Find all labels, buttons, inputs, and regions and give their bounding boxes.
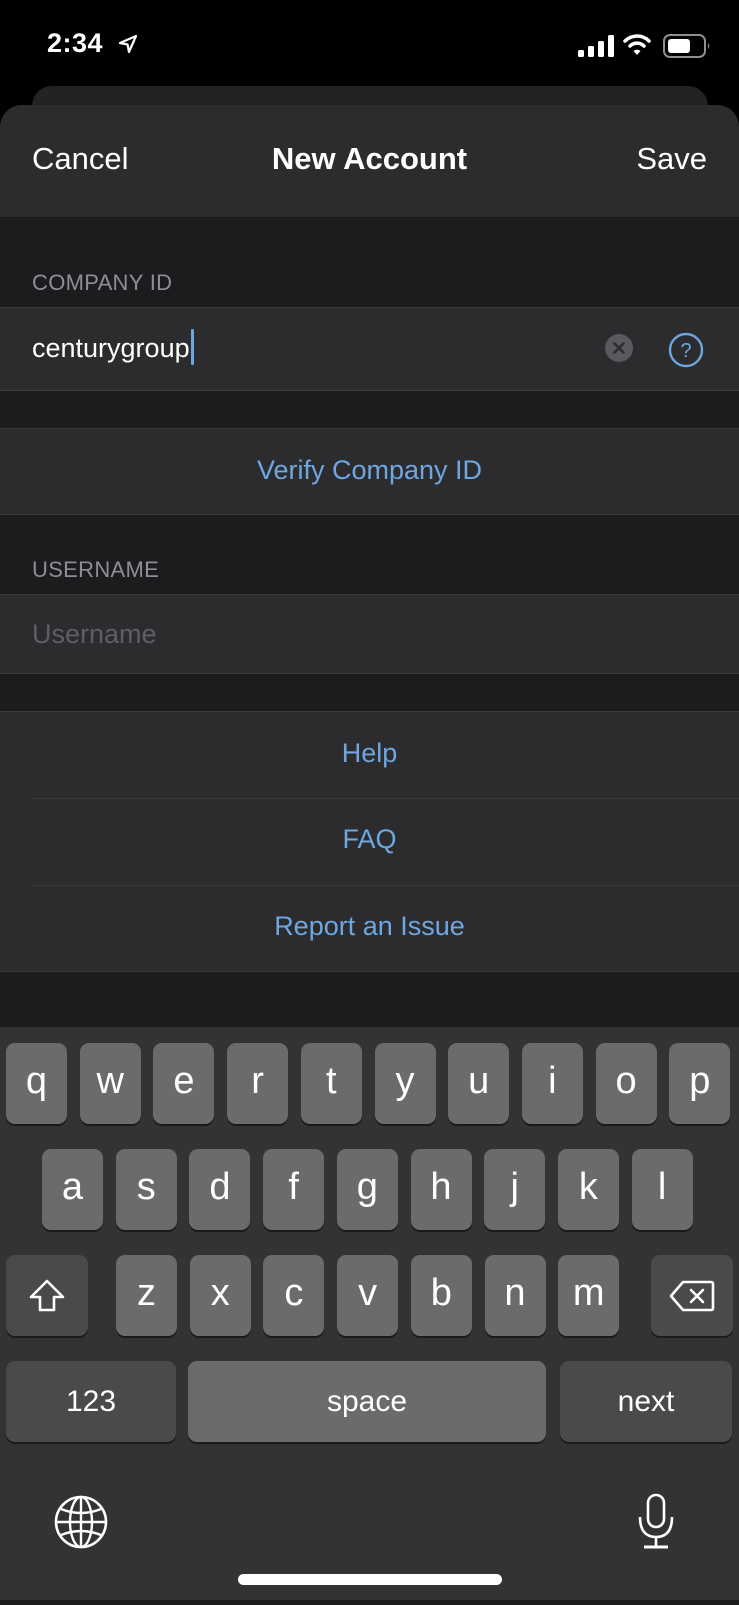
shift-arrow-icon — [29, 1279, 65, 1311]
company-id-value: centurygroup — [32, 333, 190, 363]
key-s[interactable]: s — [115, 1149, 177, 1230]
key-z[interactable]: z — [116, 1255, 177, 1336]
key-o[interactable]: o — [595, 1043, 657, 1124]
key-w[interactable]: w — [79, 1043, 141, 1124]
key-c[interactable]: c — [263, 1255, 325, 1336]
svg-text:?: ? — [680, 340, 691, 362]
key-f[interactable]: f — [263, 1149, 325, 1230]
battery-icon — [663, 34, 710, 58]
company-id-header: COMPANY ID — [32, 270, 173, 295]
key-a[interactable]: a — [42, 1149, 103, 1230]
save-button[interactable]: Save — [636, 141, 707, 177]
key-k[interactable]: k — [557, 1149, 619, 1230]
text-cursor — [190, 328, 194, 365]
key-d[interactable]: d — [189, 1149, 251, 1230]
status-time: 2:34 — [47, 28, 104, 58]
report-issue-link[interactable]: Report an Issue — [0, 911, 739, 942]
key-y[interactable]: y — [374, 1043, 436, 1124]
key-n[interactable]: n — [484, 1255, 546, 1336]
delete-key[interactable] — [651, 1255, 733, 1336]
microphone-icon[interactable] — [636, 1493, 676, 1551]
key-e[interactable]: e — [153, 1043, 215, 1124]
support-links-group: Help FAQ Report an Issue — [0, 711, 739, 972]
key-r[interactable]: r — [227, 1043, 289, 1124]
globe-icon[interactable] — [54, 1495, 108, 1549]
cancel-button[interactable]: Cancel — [32, 141, 129, 177]
username-header: USERNAME — [32, 557, 160, 582]
shift-key[interactable] — [6, 1255, 88, 1336]
status-bar: 2:34 — [0, 0, 739, 90]
numbers-key[interactable]: 123 — [6, 1361, 176, 1442]
faq-link[interactable]: FAQ — [0, 824, 739, 855]
key-u[interactable]: u — [448, 1043, 510, 1124]
key-p[interactable]: p — [669, 1043, 731, 1124]
clear-text-button[interactable] — [605, 334, 633, 362]
key-g[interactable]: g — [336, 1149, 398, 1230]
divider — [32, 798, 739, 799]
help-link[interactable]: Help — [0, 738, 739, 769]
key-v[interactable]: v — [337, 1255, 399, 1336]
keyboard: qwertyuiop asdfghjkl zxcvbnm 123 space n… — [0, 1027, 739, 1600]
company-id-field[interactable]: centurygroup ? — [0, 307, 739, 391]
help-button[interactable]: ? — [668, 332, 704, 368]
home-indicator[interactable] — [238, 1574, 502, 1585]
cellular-signal-icon — [578, 35, 614, 57]
key-b[interactable]: b — [410, 1255, 472, 1336]
verify-company-id-cell[interactable]: Verify Company ID — [0, 428, 739, 515]
key-h[interactable]: h — [410, 1149, 472, 1230]
key-m[interactable]: m — [558, 1255, 620, 1336]
next-key[interactable]: next — [560, 1361, 732, 1442]
verify-company-id-button[interactable]: Verify Company ID — [0, 455, 739, 486]
location-arrow-icon — [118, 34, 138, 54]
key-q[interactable]: q — [6, 1043, 67, 1124]
key-t[interactable]: t — [300, 1043, 362, 1124]
question-circle-icon: ? — [668, 332, 704, 368]
wifi-icon — [623, 34, 651, 55]
space-key[interactable]: space — [188, 1361, 546, 1442]
company-id-input[interactable]: centurygroup — [32, 328, 194, 365]
key-i[interactable]: i — [521, 1043, 583, 1124]
key-j[interactable]: j — [484, 1149, 546, 1230]
username-input[interactable] — [32, 595, 712, 673]
key-l[interactable]: l — [631, 1149, 693, 1230]
clear-circle-icon — [613, 342, 625, 354]
divider — [32, 885, 739, 886]
backspace-icon — [669, 1280, 715, 1311]
navigation-bar: Cancel New Account Save — [0, 105, 739, 217]
username-field[interactable] — [0, 594, 739, 674]
key-x[interactable]: x — [189, 1255, 251, 1336]
